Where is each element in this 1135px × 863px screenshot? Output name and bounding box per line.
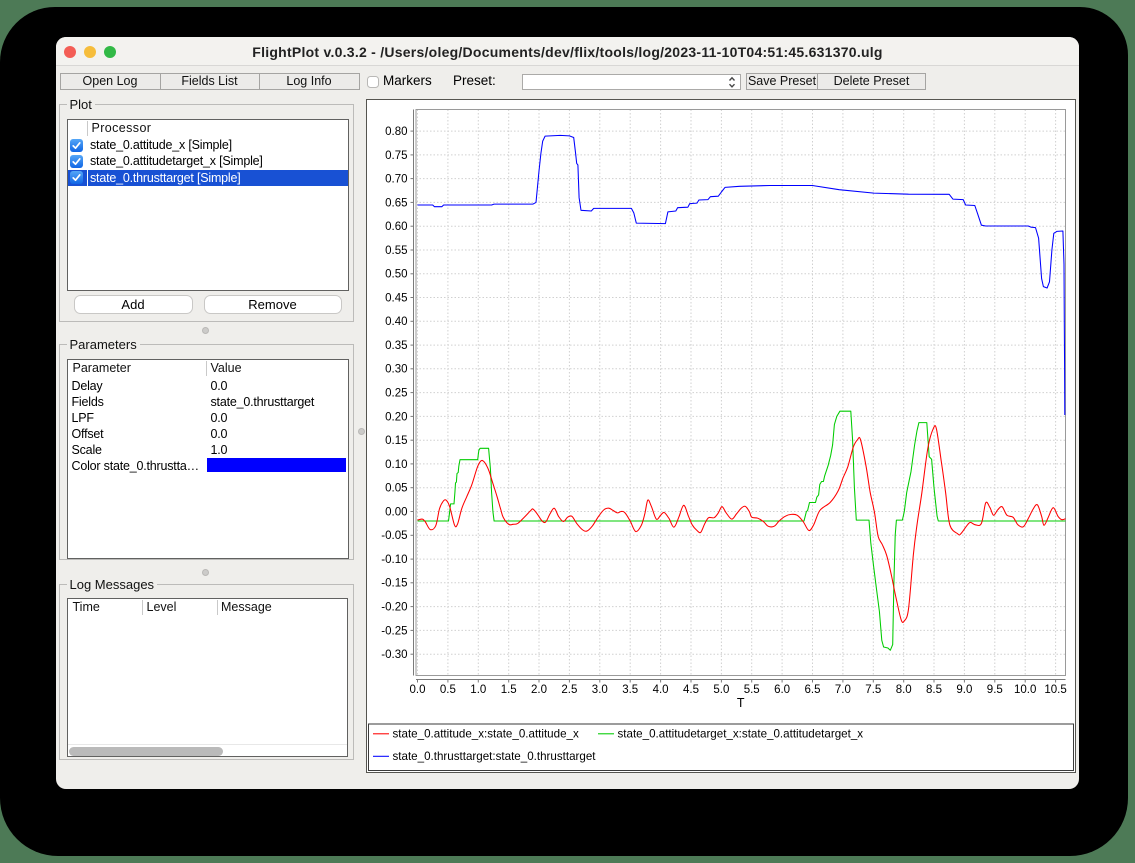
svg-text:4.5: 4.5 bbox=[683, 684, 699, 696]
svg-text:9.5: 9.5 bbox=[987, 684, 1003, 696]
svg-text:-0.10: -0.10 bbox=[381, 554, 407, 566]
svg-text:6.0: 6.0 bbox=[774, 684, 790, 696]
svg-text:state_0.attitudetarget_x:state: state_0.attitudetarget_x:state_0.attitud… bbox=[618, 728, 864, 741]
svg-text:6.5: 6.5 bbox=[805, 684, 821, 696]
svg-text:T: T bbox=[737, 696, 745, 710]
svg-text:1.0: 1.0 bbox=[470, 684, 486, 696]
svg-text:8.5: 8.5 bbox=[926, 684, 942, 696]
svg-text:0.80: 0.80 bbox=[385, 126, 407, 138]
svg-text:0.70: 0.70 bbox=[385, 174, 407, 186]
svg-text:-0.30: -0.30 bbox=[381, 649, 407, 661]
svg-text:state_0.attitude_x:state_0.att: state_0.attitude_x:state_0.attitude_x bbox=[393, 728, 579, 741]
svg-text:7.5: 7.5 bbox=[865, 684, 881, 696]
svg-text:9.0: 9.0 bbox=[956, 684, 972, 696]
svg-text:0.75: 0.75 bbox=[385, 150, 407, 162]
svg-text:0.35: 0.35 bbox=[385, 340, 407, 352]
svg-text:0.15: 0.15 bbox=[385, 435, 407, 447]
svg-text:0.65: 0.65 bbox=[385, 197, 407, 209]
svg-text:2.0: 2.0 bbox=[531, 684, 547, 696]
svg-text:7.0: 7.0 bbox=[835, 684, 851, 696]
svg-text:0.20: 0.20 bbox=[385, 411, 407, 423]
svg-text:0.55: 0.55 bbox=[385, 245, 407, 257]
svg-text:5.5: 5.5 bbox=[744, 684, 760, 696]
svg-text:0.00: 0.00 bbox=[385, 506, 407, 518]
svg-text:0.30: 0.30 bbox=[385, 364, 407, 376]
svg-text:-0.15: -0.15 bbox=[381, 578, 407, 590]
svg-text:3.5: 3.5 bbox=[622, 684, 638, 696]
svg-text:3.0: 3.0 bbox=[592, 684, 608, 696]
svg-text:0.50: 0.50 bbox=[385, 269, 407, 281]
svg-text:-0.05: -0.05 bbox=[381, 530, 407, 542]
svg-text:0.10: 0.10 bbox=[385, 459, 407, 471]
svg-text:state_0.thrusttarget:state_0.t: state_0.thrusttarget:state_0.thrusttarge… bbox=[393, 750, 597, 763]
svg-text:-0.20: -0.20 bbox=[381, 602, 407, 614]
svg-text:5.0: 5.0 bbox=[713, 684, 729, 696]
svg-text:0.0: 0.0 bbox=[410, 684, 426, 696]
svg-text:0.40: 0.40 bbox=[385, 316, 407, 328]
svg-text:-0.25: -0.25 bbox=[381, 625, 407, 637]
svg-text:10.5: 10.5 bbox=[1044, 684, 1066, 696]
svg-text:0.60: 0.60 bbox=[385, 221, 407, 233]
svg-text:0.5: 0.5 bbox=[440, 684, 456, 696]
svg-text:0.45: 0.45 bbox=[385, 292, 407, 304]
svg-text:8.0: 8.0 bbox=[896, 684, 912, 696]
svg-text:1.5: 1.5 bbox=[501, 684, 517, 696]
svg-text:4.0: 4.0 bbox=[653, 684, 669, 696]
svg-text:0.05: 0.05 bbox=[385, 483, 407, 495]
svg-text:2.5: 2.5 bbox=[561, 684, 577, 696]
svg-text:0.25: 0.25 bbox=[385, 388, 407, 400]
svg-text:10.0: 10.0 bbox=[1014, 684, 1036, 696]
